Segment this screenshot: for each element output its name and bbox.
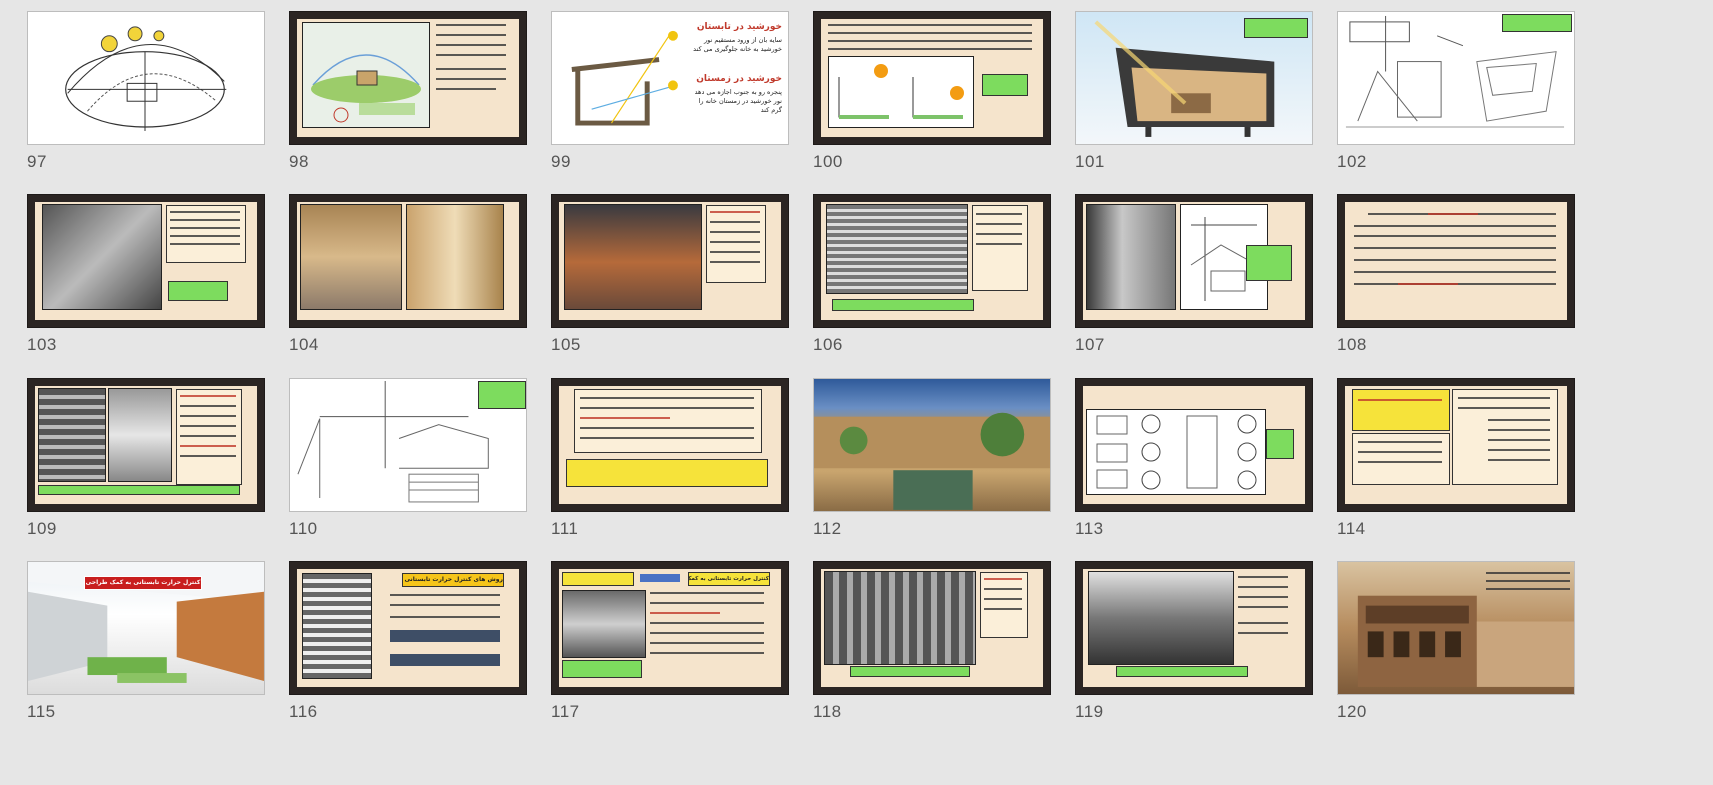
slide-preview	[1337, 561, 1575, 695]
slide-number: 120	[1337, 702, 1367, 721]
slide-caption: کنترل حرارت تابستانی به کمک طراحی	[84, 576, 202, 590]
slide-preview: روش های کنترل حرارت تابستانی در معماری	[289, 561, 527, 695]
slide-number: 116	[289, 702, 318, 721]
slide-thumbnail-120[interactable]: 120	[1337, 561, 1577, 722]
slide-number: 112	[813, 519, 842, 538]
slide-preview	[289, 11, 527, 145]
slide-preview	[813, 378, 1051, 512]
slide-preview	[27, 378, 265, 512]
slide-number: 98	[289, 152, 309, 171]
slide-preview	[1337, 194, 1575, 328]
slide-preview	[1337, 11, 1575, 145]
slide-thumbnail-115[interactable]: کنترل حرارت تابستانی به کمک طراحی 115	[27, 561, 267, 722]
summer-title: خورشید در تابستان	[696, 22, 782, 32]
slide-number: 111	[551, 519, 579, 538]
slide-number: 109	[27, 519, 57, 538]
slide-preview	[27, 11, 265, 145]
slide-preview	[1075, 561, 1313, 695]
slide-number: 114	[1337, 519, 1366, 538]
slide-preview	[551, 194, 789, 328]
slide-preview	[813, 561, 1051, 695]
slide-number: 101	[1075, 152, 1105, 171]
slide-thumbnail-106[interactable]: 106	[813, 194, 1053, 355]
slide-preview	[289, 194, 527, 328]
slide-thumbnail-101[interactable]: 101	[1075, 11, 1315, 172]
slide-thumbnail-99[interactable]: خورشید در تابستان سایه بان از ورود مستقی…	[551, 11, 791, 172]
winter-title: خورشید در زمستان	[696, 74, 782, 84]
slide-number: 104	[289, 335, 319, 354]
slide-thumbnail-104[interactable]: 104	[289, 194, 529, 355]
slide-preview	[551, 378, 789, 512]
slide-number: 119	[1075, 702, 1104, 721]
slide-thumbnail-109[interactable]: 109	[27, 378, 267, 539]
slide-thumbnail-108[interactable]: 108	[1337, 194, 1577, 355]
slide-preview	[1075, 11, 1313, 145]
slide-thumbnail-98[interactable]: 98	[289, 11, 529, 172]
slide-number: 97	[27, 152, 47, 171]
slide-heading: روش های کنترل حرارت تابستانی در معماری	[402, 573, 504, 587]
slide-thumbnail-113[interactable]: 113	[1075, 378, 1315, 539]
slide-thumbnail-118[interactable]: 118	[813, 561, 1053, 722]
slide-number: 103	[27, 335, 57, 354]
summer-body: سایه بان از ورود مستقیم نور خورشید به خا…	[693, 36, 782, 53]
slide-number: 102	[1337, 152, 1367, 171]
slide-number: 110	[289, 519, 318, 538]
slide-number: 105	[551, 335, 581, 354]
slide-thumbnail-102[interactable]: 102	[1337, 11, 1577, 172]
slide-thumbnail-111[interactable]: 111	[551, 378, 791, 539]
slide-preview	[1075, 194, 1313, 328]
slide-preview: کنترل حرارت تابستانی به کمک طراحی	[27, 561, 265, 695]
slide-preview	[27, 194, 265, 328]
slide-number: 113	[1075, 519, 1104, 538]
slide-thumbnail-112[interactable]: 112	[813, 378, 1053, 539]
slide-thumbnail-119[interactable]: 119	[1075, 561, 1315, 722]
slide-preview	[1075, 378, 1313, 512]
slide-preview	[289, 378, 527, 512]
slide-preview	[813, 194, 1051, 328]
slide-preview	[1337, 378, 1575, 512]
slide-heading: کنترل حرارت تابستانی به کمک طراحی	[688, 572, 770, 586]
slide-thumbnail-103[interactable]: 103	[27, 194, 267, 355]
slide-preview: کنترل حرارت تابستانی به کمک طراحی	[551, 561, 789, 695]
slide-preview: خورشید در تابستان سایه بان از ورود مستقی…	[551, 11, 789, 145]
slide-number: 99	[551, 152, 571, 171]
slide-thumbnail-110[interactable]: 110	[289, 378, 529, 539]
slide-thumbnail-105[interactable]: 105	[551, 194, 791, 355]
slide-preview	[813, 11, 1051, 145]
slide-thumbnail-114[interactable]: 114	[1337, 378, 1577, 539]
slide-thumbnail-107[interactable]: 107	[1075, 194, 1315, 355]
slide-thumbnail-100[interactable]: 100	[813, 11, 1053, 172]
slide-thumbnail-117[interactable]: کنترل حرارت تابستانی به کمک طراحی 117	[551, 561, 791, 722]
slide-thumbnail-116[interactable]: روش های کنترل حرارت تابستانی در معماری 1…	[289, 561, 529, 722]
slide-thumbnail-97[interactable]: 97	[27, 11, 267, 172]
slide-number: 107	[1075, 335, 1105, 354]
slide-number: 100	[813, 152, 843, 171]
slide-number: 118	[813, 702, 842, 721]
slide-number: 117	[551, 702, 580, 721]
slide-number: 108	[1337, 335, 1367, 354]
slide-number: 115	[27, 702, 56, 721]
slide-number: 106	[813, 335, 843, 354]
winter-body: پنجره رو به جنوب اجازه می دهد نور خورشید…	[694, 88, 782, 114]
